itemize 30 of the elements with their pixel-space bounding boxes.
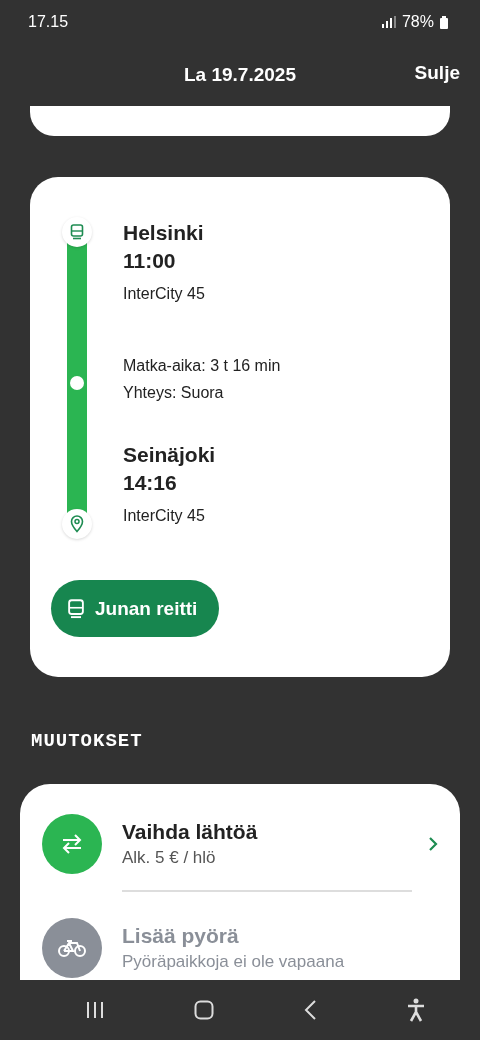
close-button[interactable]: Sulje [414, 62, 460, 84]
chevron-right-icon [428, 836, 438, 852]
connection-type: Yhteys: Suora [123, 383, 225, 403]
home-icon[interactable] [193, 1000, 214, 1020]
option-subtitle: Pyöräpaikkoja ei ole vapaana [122, 951, 346, 973]
status-time: 17.15 [28, 13, 69, 31]
swap-arrows-icon [42, 814, 102, 874]
recent-apps-icon[interactable] [84, 1000, 105, 1020]
station-name: Helsinki [123, 220, 205, 246]
battery-icon [440, 15, 448, 29]
date-title: La 19.7.2025 [184, 64, 296, 86]
signal-icon [381, 16, 396, 28]
train-icon [67, 598, 85, 619]
option-title: Lisää pyörä [122, 923, 240, 949]
location-pin-icon [62, 509, 92, 539]
train-route-button[interactable]: Junan reitti [51, 580, 220, 637]
departure-time: 11:00 [123, 248, 177, 274]
section-heading: MUUTOKSET [31, 730, 143, 752]
arrival-time: 14:16 [123, 470, 178, 496]
option-subtitle: Alk. 5 € / hlö [122, 847, 217, 869]
accessibility-icon[interactable] [405, 998, 426, 1022]
option-title: Vaihda lähtöä [122, 819, 259, 845]
train-name: InterCity 45 [123, 506, 206, 526]
train-name: InterCity 45 [123, 284, 206, 304]
train-icon [62, 217, 92, 247]
travel-duration: Matka-aika: 3 t 16 min [123, 356, 281, 376]
change-option[interactable]: Vaihda lähtöä Alk. 5 € / hlö [20, 814, 460, 918]
station-name: Seinäjoki [123, 442, 217, 468]
battery-level: 78% [401, 13, 434, 31]
back-icon[interactable] [302, 999, 317, 1021]
